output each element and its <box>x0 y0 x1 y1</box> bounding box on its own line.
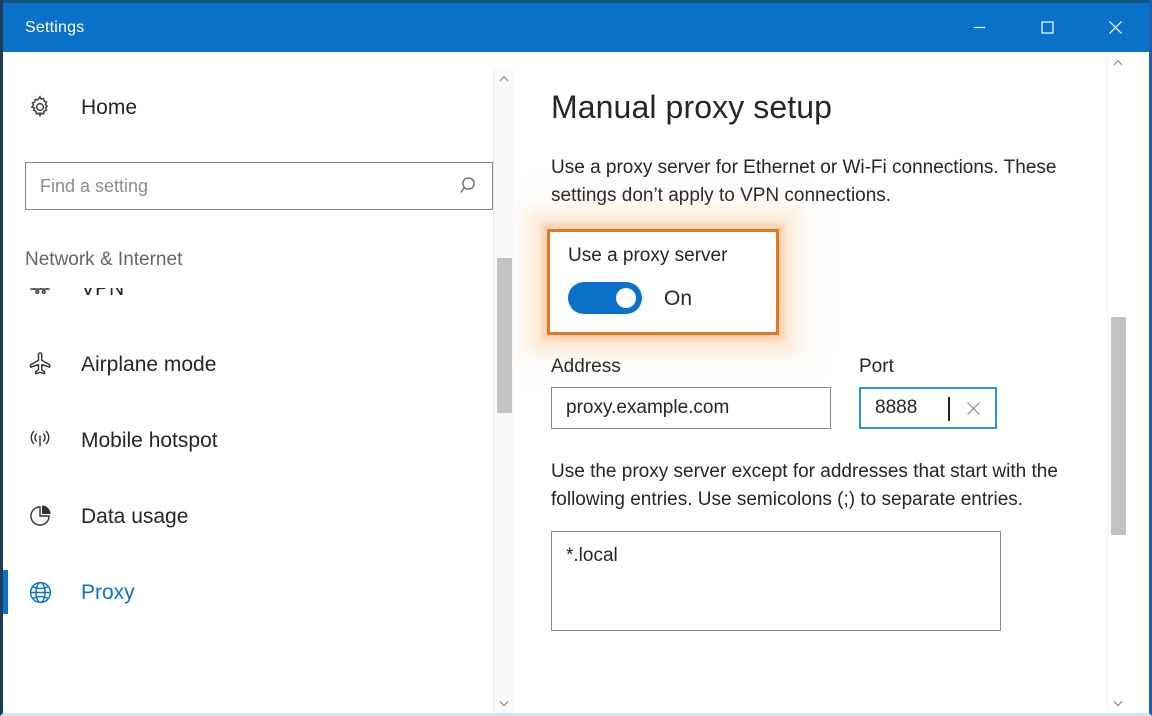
maximize-button[interactable] <box>1013 3 1081 52</box>
sidebar: Home Network & Internet <box>3 52 515 713</box>
close-icon <box>966 401 980 415</box>
port-input[interactable] <box>861 389 957 428</box>
port-label: Port <box>859 356 894 378</box>
page-description: Use a proxy server for Ethernet or Wi-Fi… <box>551 157 1057 206</box>
gear-icon <box>21 94 59 120</box>
sidebar-item-proxy[interactable]: Proxy <box>3 554 515 630</box>
window-body: Home Network & Internet <box>3 52 1149 713</box>
selection-accent-bar <box>3 570 8 614</box>
minimize-button[interactable] <box>945 3 1013 52</box>
exceptions-description: Use the proxy server except for addresse… <box>551 461 1058 510</box>
sidebar-scrollbar[interactable] <box>493 68 514 713</box>
scroll-down-icon[interactable] <box>1108 693 1128 713</box>
vpn-icon <box>21 288 59 301</box>
sidebar-item-mobile-hotspot[interactable]: Mobile hotspot <box>3 402 515 478</box>
minimize-icon <box>973 26 985 29</box>
search-icon[interactable] <box>448 175 492 197</box>
sidebar-nav: VPN Airplane mode Mobile hotspot Data us… <box>3 288 515 713</box>
use-proxy-server-label: Use a proxy server <box>568 245 728 267</box>
globe-icon <box>21 579 59 606</box>
search-input[interactable] <box>26 163 448 209</box>
title-bar: Settings <box>3 0 1149 52</box>
use-proxy-server-callout: Use a proxy server On <box>547 229 779 336</box>
sidebar-item-label: Proxy <box>81 580 135 604</box>
page-title: Manual proxy setup <box>551 89 833 125</box>
toggle-knob <box>616 288 636 309</box>
proxy-server-fields: Address Port <box>551 356 1121 430</box>
use-proxy-server-toggle-row: On <box>568 282 776 315</box>
text-caret <box>948 397 950 422</box>
sidebar-item-home[interactable]: Home <box>21 85 515 129</box>
sidebar-item-vpn[interactable]: VPN <box>3 288 515 326</box>
window-title: Settings <box>25 18 85 36</box>
scroll-up-icon[interactable] <box>1108 52 1128 72</box>
sidebar-item-label: Airplane mode <box>81 352 217 376</box>
scroll-up-icon[interactable] <box>494 68 514 88</box>
scroll-down-icon[interactable] <box>494 693 514 713</box>
clear-port-button[interactable] <box>959 389 987 427</box>
use-proxy-server-toggle[interactable] <box>568 282 642 315</box>
toggle-state-label: On <box>664 286 693 310</box>
port-input-wrapper[interactable] <box>859 387 997 430</box>
maximize-icon <box>1040 21 1054 34</box>
close-button[interactable] <box>1081 3 1149 52</box>
hotspot-icon <box>21 427 59 453</box>
sidebar-item-label: Mobile hotspot <box>81 428 218 452</box>
sidebar-item-label: Data usage <box>81 504 189 528</box>
window-controls <box>945 3 1149 52</box>
settings-window: Settings Home Find a setting Network & I… <box>0 0 1152 716</box>
sidebar-item-data-usage[interactable]: Data usage <box>3 478 515 554</box>
port-field-group: Port <box>859 356 997 430</box>
close-icon <box>1108 21 1122 34</box>
sidebar-category-title: Network & Internet <box>25 249 183 270</box>
address-field-group: Address <box>551 356 831 430</box>
address-label: Address <box>551 356 621 378</box>
data-usage-icon <box>21 503 59 529</box>
sidebar-item-airplane-mode[interactable]: Airplane mode <box>3 326 515 402</box>
search-box[interactable] <box>25 162 493 210</box>
airplane-icon <box>21 351 59 377</box>
sidebar-item-label: VPN <box>81 288 125 300</box>
address-input[interactable] <box>551 387 831 430</box>
main-content: Manual proxy setup Use a proxy server fo… <box>515 52 1128 713</box>
exceptions-textarea[interactable] <box>551 531 1001 632</box>
sidebar-scrollbar-thumb[interactable] <box>497 258 512 413</box>
home-label: Home <box>81 95 138 119</box>
